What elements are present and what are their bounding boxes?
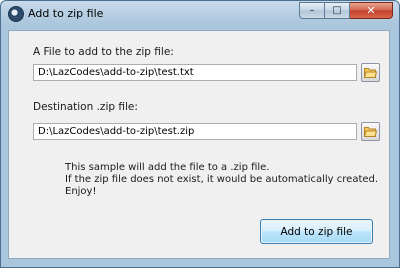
info-line: Enjoy! (65, 186, 97, 197)
window-controls: – □ ✕ (299, 2, 393, 19)
info-line: This sample will add the file to a .zip … (65, 162, 270, 173)
source-file-input[interactable]: D:\LazCodes\add-to-zip\test.txt (33, 64, 357, 81)
app-window: Add to zip file – □ ✕ A File to add to t… (0, 0, 400, 268)
maximize-button[interactable]: □ (325, 2, 350, 19)
maximize-icon: □ (332, 5, 342, 16)
title-bar[interactable]: Add to zip file – □ ✕ (1, 1, 399, 27)
info-line: If the zip file does not exist, it would… (65, 174, 379, 185)
folder-open-icon (364, 68, 377, 78)
close-icon: ✕ (366, 4, 376, 17)
dialog-body: A File to add to the zip file: D:\LazCod… (8, 30, 390, 259)
app-icon[interactable] (8, 6, 24, 22)
folder-open-icon (364, 127, 377, 137)
destination-file-label: Destination .zip file: (33, 101, 138, 113)
source-file-label: A File to add to the zip file: (33, 46, 174, 58)
window-title: Add to zip file (28, 7, 104, 20)
minimize-button[interactable]: – (299, 2, 325, 19)
info-text: This sample will add the file to a .zip … (65, 162, 378, 198)
add-to-zip-button[interactable]: Add to zip file (260, 219, 373, 244)
close-button[interactable]: ✕ (350, 2, 393, 19)
minimize-icon: – (309, 5, 315, 16)
destination-file-input[interactable]: D:\LazCodes\add-to-zip\test.zip (33, 123, 357, 140)
source-browse-button[interactable] (361, 63, 380, 82)
destination-browse-button[interactable] (361, 122, 380, 141)
